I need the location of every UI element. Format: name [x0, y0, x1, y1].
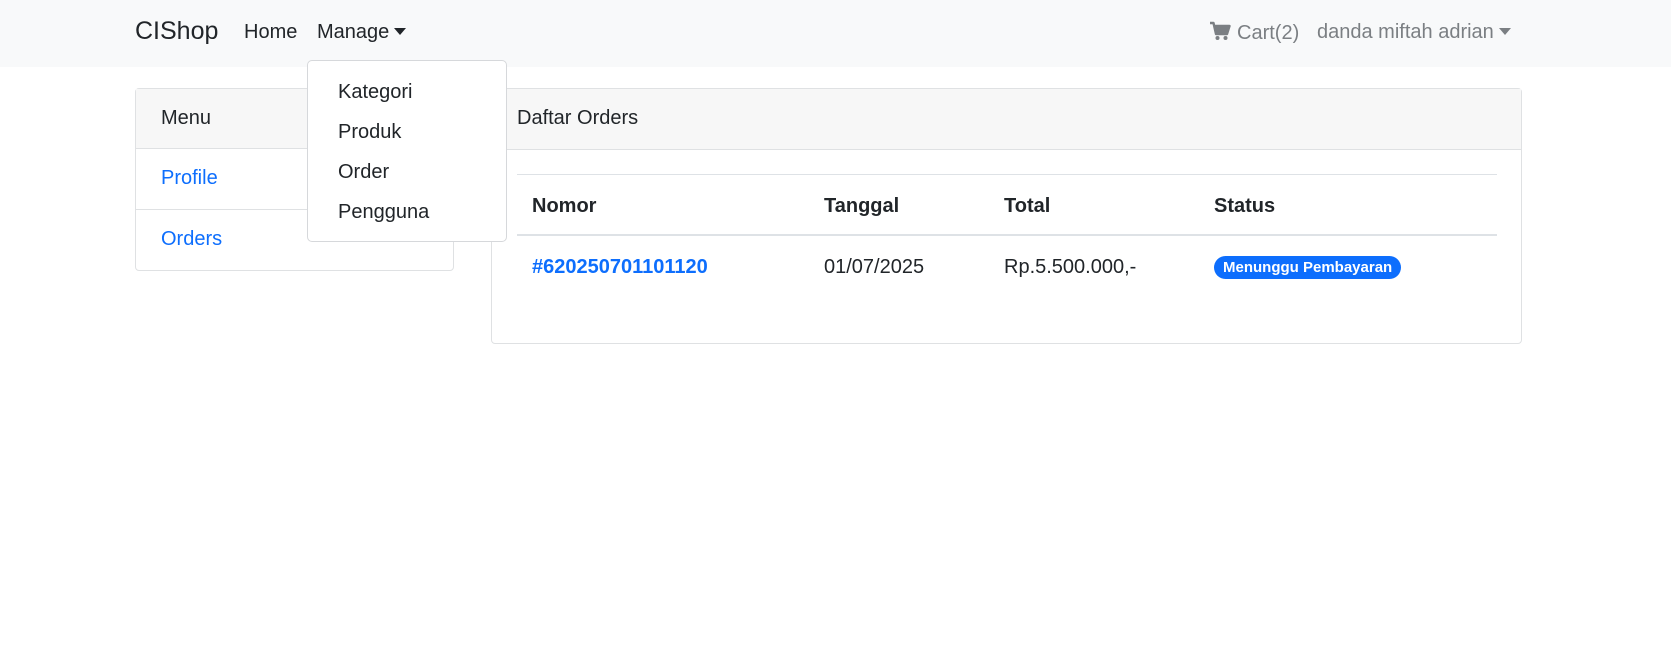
orders-table: Nomor Tanggal Total Status #620250701101…: [517, 174, 1497, 298]
brand-logo[interactable]: CIShop: [135, 17, 218, 46]
dropdown-item-pengguna[interactable]: Pengguna: [338, 201, 429, 224]
column-header-status: Status: [1214, 195, 1276, 217]
manage-dropdown-menu: Kategori Produk Order Pengguna: [307, 60, 507, 242]
table-header-row: Nomor Tanggal Total Status: [517, 174, 1497, 236]
dropdown-item-kategori[interactable]: Kategori: [338, 81, 413, 104]
nav-manage-dropdown-toggle[interactable]: Manage: [317, 21, 407, 44]
nav-user-name: danda miftah adrian: [1317, 21, 1494, 43]
nav-cart-label: Cart(2): [1237, 22, 1300, 44]
nav-user-dropdown-toggle[interactable]: danda miftah adrian: [1317, 21, 1511, 44]
table-row: #620250701101120 01/07/2025 Rp.5.500.000…: [517, 236, 1497, 298]
caret-down-icon: [1498, 28, 1511, 35]
top-navbar: CIShop Home Manage Cart(2) danda miftah …: [0, 0, 1671, 67]
orders-card: Daftar Orders Nomor Tanggal Total Status…: [491, 88, 1522, 344]
nav-home-link[interactable]: Home: [244, 21, 297, 44]
nav-manage-label: Manage: [317, 21, 390, 43]
order-number-link[interactable]: #620250701101120: [532, 256, 708, 279]
column-header-nomor: Nomor: [532, 195, 597, 217]
status-badge: Menunggu Pembayaran: [1214, 256, 1402, 279]
shopping-cart-icon: [1210, 21, 1231, 40]
dropdown-item-order[interactable]: Order: [338, 161, 389, 184]
column-header-total: Total: [1004, 195, 1051, 217]
orders-card-title: Daftar Orders: [492, 89, 1521, 150]
nav-cart-link[interactable]: Cart(2): [1209, 21, 1299, 45]
column-header-tanggal: Tanggal: [824, 195, 900, 217]
order-total: Rp.5.500.000,-: [1004, 256, 1137, 278]
order-date: 01/07/2025: [824, 256, 925, 278]
dropdown-item-produk[interactable]: Produk: [338, 121, 401, 144]
caret-down-icon: [394, 28, 407, 35]
